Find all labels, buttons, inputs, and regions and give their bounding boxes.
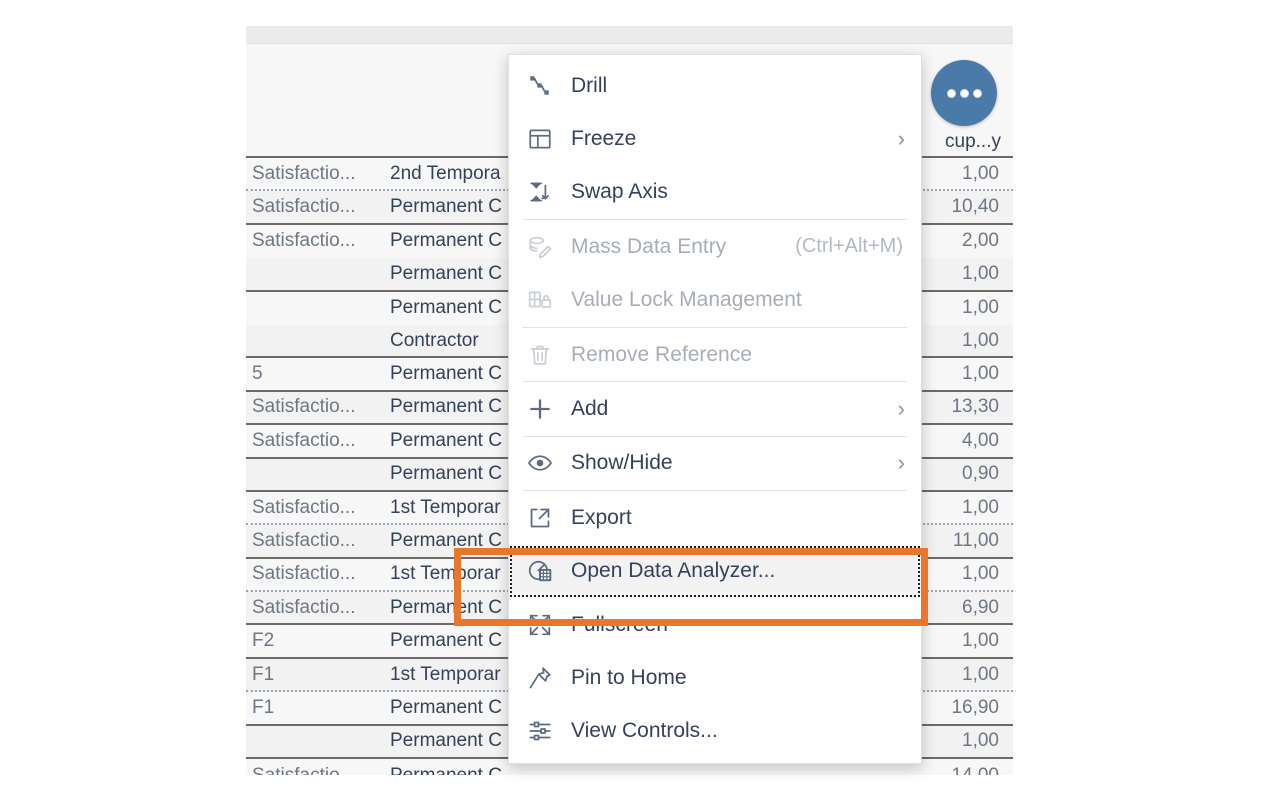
chevron-right-icon: › <box>897 126 905 152</box>
table-cell[interactable]: Satisfactio... <box>246 497 384 519</box>
menu-item-pin-to-home[interactable]: Pin to Home <box>509 651 921 704</box>
table-cell[interactable]: Satisfactio... <box>246 430 384 452</box>
menu-item-value-lock: Value Lock Management <box>509 274 921 327</box>
menu-item-add[interactable]: Add › <box>509 382 921 435</box>
plus-icon <box>523 396 557 422</box>
menu-item-label: Drill <box>571 73 608 97</box>
freeze-icon <box>523 126 557 152</box>
table-cell[interactable]: 5 <box>246 363 384 385</box>
menu-item-label: Value Lock Management <box>571 288 802 312</box>
fullscreen-icon <box>523 612 557 638</box>
menu-item-label: Freeze <box>571 127 637 151</box>
menu-item-mass-data: Mass Data Entry (Ctrl+Alt+M) <box>509 220 921 273</box>
table-cell[interactable]: F1 <box>246 664 384 686</box>
table-cell[interactable]: Permanent C <box>384 765 624 775</box>
menu-item-freeze[interactable]: Freeze › <box>509 112 921 165</box>
menu-item-label: Show/Hide <box>571 451 673 475</box>
table-cell[interactable]: 14,00 <box>903 765 1013 775</box>
export-icon <box>523 505 557 531</box>
table-cell[interactable]: F1 <box>246 697 384 719</box>
menu-item-fullscreen[interactable]: Fullscreen <box>509 598 921 651</box>
table-cell[interactable]: F2 <box>246 630 384 652</box>
menu-item-view-controls[interactable]: View Controls... <box>509 705 921 758</box>
menu-item-remove-ref: Remove Reference <box>509 328 921 381</box>
chevron-right-icon: › <box>897 396 905 422</box>
menu-item-label: Add <box>571 397 609 421</box>
trash-icon <box>523 342 557 368</box>
value-lock-icon <box>523 287 557 313</box>
menu-item-label: Pin to Home <box>571 665 687 689</box>
pin-icon <box>523 665 557 691</box>
menu-item-label: View Controls... <box>571 719 718 743</box>
menu-item-label: Export <box>571 505 632 529</box>
grid-toolbar <box>246 26 1013 44</box>
menu-item-drill[interactable]: Drill <box>509 59 921 112</box>
eye-icon <box>523 450 557 476</box>
screen-root: cup...y Satisfactio... 2nd Tempora 1,00 Sat… <box>0 0 1280 794</box>
drill-icon <box>523 73 557 99</box>
table-cell[interactable]: Satisfactio... <box>246 597 384 619</box>
menu-item-label: Mass Data Entry <box>571 234 727 258</box>
menu-item-data-analyzer[interactable]: Open Data Analyzer... <box>509 544 921 598</box>
menu-item-label: Swap Axis <box>571 180 668 204</box>
view-controls-icon <box>523 718 557 744</box>
table-cell[interactable]: Satisfactio... <box>246 530 384 552</box>
menu-item-shortcut: (Ctrl+Alt+M) <box>795 235 903 258</box>
table-cell[interactable]: Satisfactio... <box>246 163 384 185</box>
context-menu: Drill Freeze › Swap Axis Mass Data Entry (Ctr… <box>508 54 922 765</box>
ellipsis-icon <box>946 88 982 98</box>
table-cell[interactable]: Satisfactio... <box>246 563 384 585</box>
table-cell[interactable]: Satisfactio... <box>246 230 384 252</box>
menu-item-show-hide[interactable]: Show/Hide › <box>509 437 921 490</box>
table-cell[interactable]: Satisfactio... <box>246 396 384 418</box>
menu-item-export[interactable]: Export <box>509 491 921 544</box>
menu-item-swap-axis[interactable]: Swap Axis <box>509 166 921 219</box>
menu-item-label: Remove Reference <box>571 342 752 366</box>
table-cell[interactable]: Satisfactio... <box>246 765 384 775</box>
table-cell[interactable]: Satisfactio... <box>246 196 384 218</box>
mass-data-icon <box>523 234 557 260</box>
menu-item-label: Open Data Analyzer... <box>571 559 776 583</box>
swap-axis-icon <box>523 179 557 205</box>
column-header-occupancy[interactable]: cup...y <box>945 131 1001 153</box>
menu-item-label: Fullscreen <box>571 612 668 636</box>
chevron-right-icon: › <box>897 450 905 476</box>
data-analyzer-icon <box>523 558 557 584</box>
overflow-menu-button[interactable] <box>931 60 997 126</box>
